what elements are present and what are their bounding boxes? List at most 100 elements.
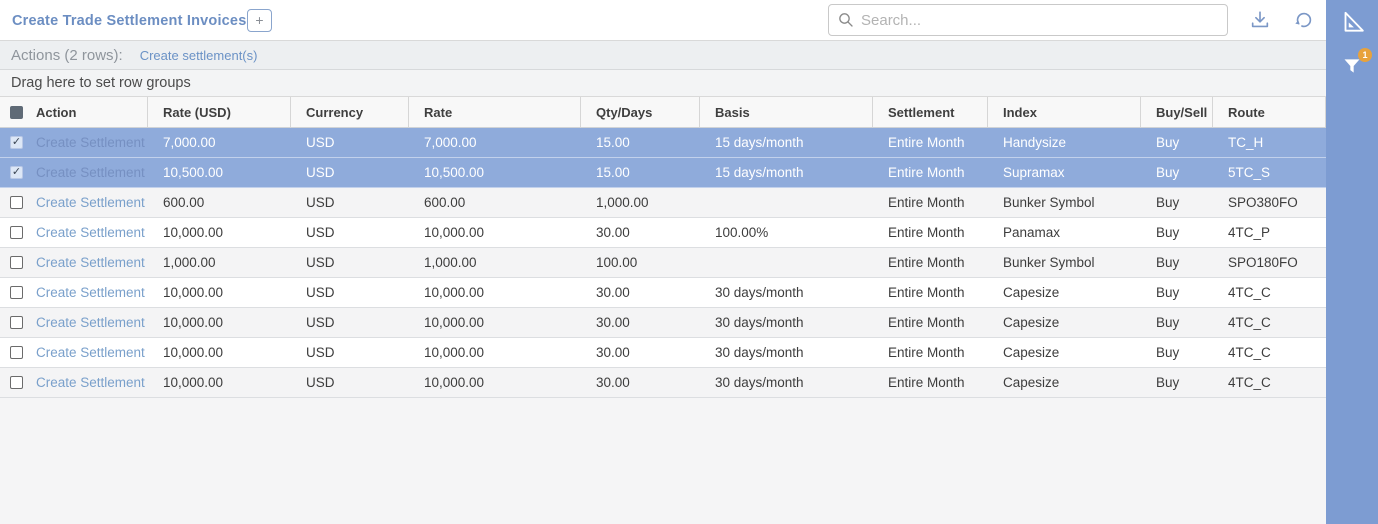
create-settlement-link[interactable]: Create Settlement (36, 255, 145, 270)
cell-rate_usd: 7,000.00 (148, 128, 291, 157)
page-title: Create Trade Settlement Invoices (12, 13, 246, 29)
cell-index: Capesize (988, 338, 1141, 367)
column-header-qty-days[interactable]: Qty/Days (581, 97, 700, 127)
cell-action: Create Settlement (0, 308, 148, 337)
cell-rate_usd: 10,000.00 (148, 278, 291, 307)
cell-index: Capesize (988, 278, 1141, 307)
table-row[interactable]: ✓Create Settlement10,500.00USD10,500.001… (0, 158, 1326, 188)
cell-qty_days: 30.00 (581, 368, 700, 397)
cell-basis: 30 days/month (700, 308, 873, 337)
column-header-currency[interactable]: Currency (291, 97, 409, 127)
select-all-checkbox[interactable] (10, 106, 23, 119)
cell-rate: 10,000.00 (409, 308, 581, 337)
cell-buy_sell: Buy (1141, 308, 1213, 337)
cell-action: Create Settlement (0, 338, 148, 367)
column-header-index[interactable]: Index (988, 97, 1141, 127)
pivot-mode-button[interactable] (1338, 8, 1366, 36)
column-header-action[interactable]: Action (0, 97, 148, 127)
column-header-route[interactable]: Route (1213, 97, 1326, 127)
table-row[interactable]: Create Settlement600.00USD600.001,000.00… (0, 188, 1326, 218)
cell-qty_days: 30.00 (581, 338, 700, 367)
row-checkbox[interactable] (10, 316, 23, 329)
row-checkbox[interactable]: ✓ (10, 166, 23, 179)
column-header-settlement[interactable]: Settlement (873, 97, 988, 127)
cell-rate_usd: 10,000.00 (148, 218, 291, 247)
app-window: Create Trade Settlement Invoices + (0, 0, 1378, 524)
cell-buy_sell: Buy (1141, 248, 1213, 277)
cell-route: 4TC_C (1213, 278, 1326, 307)
grid-header: Action Rate (USD)CurrencyRateQty/DaysBas… (0, 97, 1326, 128)
create-settlement-link[interactable]: Create Settlement (36, 165, 145, 180)
create-settlement-link[interactable]: Create Settlement (36, 375, 145, 390)
row-checkbox[interactable] (10, 346, 23, 359)
search-icon (837, 11, 855, 29)
add-button[interactable]: + (247, 9, 272, 32)
toolbar-icons (1249, 9, 1314, 31)
cell-index: Capesize (988, 368, 1141, 397)
table-row[interactable]: Create Settlement1,000.00USD1,000.00100.… (0, 248, 1326, 278)
cell-qty_days: 30.00 (581, 278, 700, 307)
cell-route: 4TC_C (1213, 308, 1326, 337)
row-checkbox[interactable]: ✓ (10, 136, 23, 149)
cell-buy_sell: Buy (1141, 188, 1213, 217)
cell-action: Create Settlement (0, 368, 148, 397)
cell-basis: 15 days/month (700, 158, 873, 187)
row-checkbox[interactable] (10, 256, 23, 269)
cell-index: Bunker Symbol (988, 248, 1141, 277)
download-icon[interactable] (1249, 9, 1271, 31)
cell-rate: 10,000.00 (409, 218, 581, 247)
cell-currency: USD (291, 308, 409, 337)
set-square-icon (1339, 9, 1365, 35)
cell-currency: USD (291, 338, 409, 367)
create-settlement-link[interactable]: Create Settlement (36, 225, 145, 240)
search-box (828, 4, 1228, 36)
row-groups-dropzone[interactable]: Drag here to set row groups (0, 70, 1326, 97)
create-settlement-link[interactable]: Create Settlement (36, 135, 145, 150)
table-row[interactable]: Create Settlement10,000.00USD10,000.0030… (0, 338, 1326, 368)
cell-buy_sell: Buy (1141, 368, 1213, 397)
search-input[interactable] (828, 4, 1228, 36)
create-settlement-link[interactable]: Create Settlement (36, 315, 145, 330)
cell-settlement: Entire Month (873, 338, 988, 367)
row-checkbox[interactable] (10, 226, 23, 239)
row-checkbox[interactable] (10, 376, 23, 389)
row-checkbox[interactable] (10, 286, 23, 299)
plus-icon: + (255, 12, 263, 28)
cell-action: Create Settlement (0, 188, 148, 217)
cell-qty_days: 15.00 (581, 158, 700, 187)
column-header-buy-sell[interactable]: Buy/Sell (1141, 97, 1213, 127)
cell-rate_usd: 10,000.00 (148, 338, 291, 367)
grid-empty-area (0, 398, 1326, 524)
column-header-rate[interactable]: Rate (409, 97, 581, 127)
undo-icon[interactable] (1292, 9, 1314, 31)
table-row[interactable]: Create Settlement10,000.00USD10,000.0030… (0, 218, 1326, 248)
create-settlements-link[interactable]: Create settlement(s) (140, 48, 258, 63)
cell-currency: USD (291, 368, 409, 397)
row-checkbox[interactable] (10, 196, 23, 209)
column-header-basis[interactable]: Basis (700, 97, 873, 127)
cell-currency: USD (291, 128, 409, 157)
grid-body: ✓Create Settlement7,000.00USD7,000.0015.… (0, 128, 1326, 398)
cell-route: 5TC_S (1213, 158, 1326, 187)
filter-panel-button[interactable]: 1 (1338, 52, 1366, 80)
cell-qty_days: 15.00 (581, 128, 700, 157)
actions-bar: Actions (2 rows): Create settlement(s) (0, 41, 1326, 70)
create-settlement-link[interactable]: Create Settlement (36, 345, 145, 360)
cell-basis: 15 days/month (700, 128, 873, 157)
table-row[interactable]: Create Settlement10,000.00USD10,000.0030… (0, 278, 1326, 308)
cell-basis (700, 188, 873, 217)
column-header-rate-usd[interactable]: Rate (USD) (148, 97, 291, 127)
cell-currency: USD (291, 218, 409, 247)
table-row[interactable]: Create Settlement10,000.00USD10,000.0030… (0, 308, 1326, 338)
cell-action: Create Settlement (0, 278, 148, 307)
cell-action: Create Settlement (0, 248, 148, 277)
table-row[interactable]: ✓Create Settlement7,000.00USD7,000.0015.… (0, 128, 1326, 158)
grid-panel: Create Trade Settlement Invoices + (0, 0, 1326, 524)
cell-currency: USD (291, 248, 409, 277)
table-row[interactable]: Create Settlement10,000.00USD10,000.0030… (0, 368, 1326, 398)
cell-basis: 30 days/month (700, 338, 873, 367)
create-settlement-link[interactable]: Create Settlement (36, 285, 145, 300)
create-settlement-link[interactable]: Create Settlement (36, 195, 145, 210)
cell-rate_usd: 1,000.00 (148, 248, 291, 277)
cell-settlement: Entire Month (873, 158, 988, 187)
